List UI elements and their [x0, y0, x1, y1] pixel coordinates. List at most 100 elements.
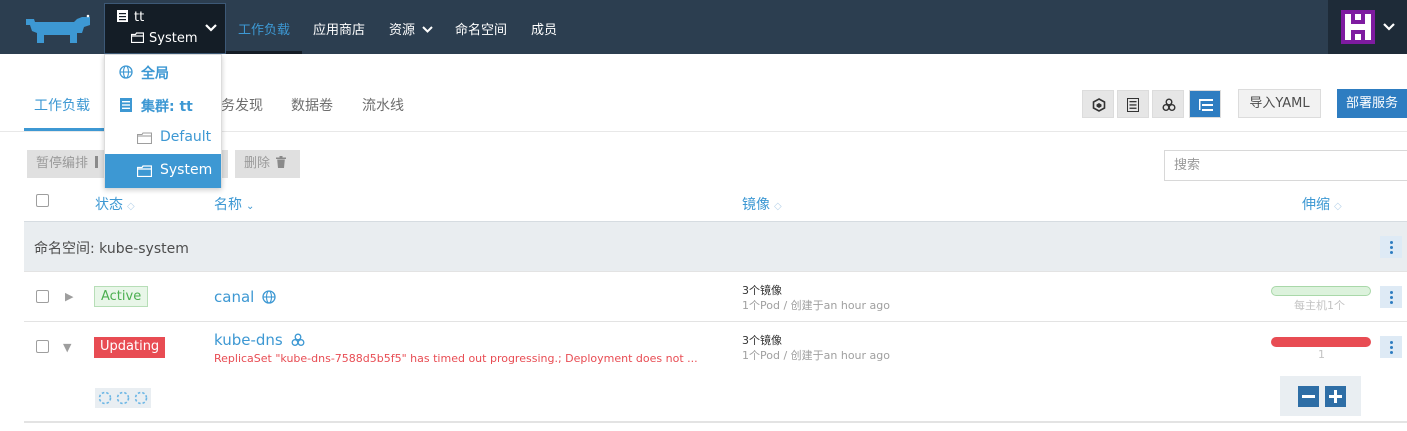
pod-info: 1个Pod / 创建于an hour ago — [742, 299, 891, 312]
column-scale[interactable]: 伸缩 ◇ — [1302, 194, 1342, 214]
row-checkbox[interactable] — [36, 340, 49, 353]
globe-icon — [119, 65, 133, 79]
error-message: ReplicaSet "kube-dns-7588d5b5f5" has tim… — [214, 352, 698, 365]
import-yaml-button[interactable]: 导入YAML — [1238, 89, 1321, 118]
tab-pipelines[interactable]: 流水线 — [362, 95, 404, 115]
scale-up-button[interactable] — [1325, 386, 1346, 407]
collapse-icon[interactable]: ▼ — [63, 341, 71, 354]
context-cluster: tt — [117, 10, 144, 25]
status-badge: Active — [94, 286, 149, 307]
view-group-button[interactable] — [1152, 90, 1184, 118]
pod-spinner-icon — [134, 391, 148, 405]
nav-namespaces[interactable]: 命名空间 — [455, 19, 507, 38]
avatar — [1341, 10, 1375, 44]
menu-item-global[interactable]: 全局 — [105, 55, 221, 88]
workload-name-label: kube-dns — [214, 331, 283, 349]
row-checkbox[interactable] — [36, 290, 49, 303]
context-cluster-name: tt — [134, 10, 145, 25]
row-divider — [24, 321, 1407, 322]
group-menu-button[interactable] — [1380, 236, 1402, 258]
column-image[interactable]: 镜像 ◇ — [742, 194, 782, 214]
minus-icon — [1302, 395, 1315, 398]
pod-spinner-icon — [116, 391, 130, 405]
column-scale-label: 伸缩 — [1302, 197, 1330, 213]
nav-members[interactable]: 成员 — [531, 19, 557, 38]
row-menu-button[interactable] — [1380, 336, 1402, 358]
column-image-label: 镜像 — [742, 197, 770, 213]
top-navbar: tt System 工作负载 应用商店 资源 命名空间 成员 — [0, 0, 1407, 54]
pod-spinner-icon — [98, 391, 112, 405]
scale-bar — [1271, 286, 1371, 296]
status-badge: Updating — [94, 337, 166, 358]
chevron-down-icon — [1383, 23, 1395, 31]
delete-label: 删除 — [244, 156, 271, 171]
menu-item-global-label: 全局 — [141, 66, 169, 82]
cluster-icon — [120, 98, 132, 112]
menu-item-system-label: System — [160, 162, 213, 178]
cluster-group-icon — [291, 333, 304, 346]
pause-orchestration-button[interactable]: 暂停编排 — [27, 150, 107, 178]
bulk-action-edge[interactable] — [222, 150, 228, 178]
tab-workloads[interactable]: 工作负载 — [34, 95, 90, 115]
select-all-checkbox[interactable] — [36, 194, 49, 207]
tree-list-icon — [1199, 99, 1213, 111]
sort-icon: ◇ — [774, 201, 782, 212]
trash-icon — [276, 156, 287, 168]
scale-label: 1 — [1318, 348, 1325, 361]
namespace-group-row: 命名空间: kube-system — [24, 221, 1407, 271]
nav-resources[interactable]: 资源 — [389, 19, 433, 38]
delete-button[interactable]: 删除 — [235, 150, 300, 178]
expand-icon[interactable]: ▶ — [65, 290, 73, 303]
workload-name-label: canal — [214, 288, 255, 306]
list-icon — [1127, 98, 1139, 112]
pause-icon — [95, 156, 99, 168]
sort-icon: ⌄ — [246, 201, 255, 212]
view-node-button[interactable] — [1082, 90, 1114, 118]
context-project: System — [130, 31, 197, 46]
search-input[interactable] — [1164, 150, 1407, 181]
scale-bar — [1271, 337, 1371, 347]
nav-resources-label: 资源 — [389, 23, 416, 38]
scale-label: 每主机1个 — [1294, 299, 1345, 312]
workload-name-link[interactable]: canal — [214, 288, 276, 306]
pause-label: 暂停编排 — [36, 156, 89, 171]
nav-workloads[interactable]: 工作负载 — [238, 19, 290, 38]
menu-item-default-label: Default — [160, 129, 212, 145]
view-tree-button[interactable] — [1189, 90, 1221, 118]
tab-service-discovery[interactable]: 务发现 — [221, 95, 263, 115]
column-state[interactable]: 状态 ◇ — [95, 194, 135, 214]
scale-down-button[interactable] — [1298, 386, 1319, 407]
column-state-label: 状态 — [95, 197, 123, 213]
chevron-down-icon — [205, 24, 217, 32]
menu-item-cluster-label: 集群: tt — [141, 99, 193, 115]
rancher-logo[interactable] — [22, 13, 92, 45]
context-switcher[interactable]: tt System — [104, 3, 226, 54]
menu-item-project-default[interactable]: Default — [105, 121, 221, 154]
tab-volumes[interactable]: 数据卷 — [291, 95, 333, 115]
globe-icon — [262, 290, 276, 304]
scale-controls — [1280, 376, 1361, 416]
view-list-button[interactable] — [1117, 90, 1149, 118]
menu-item-project-system[interactable]: System — [105, 154, 221, 188]
pod-status-indicators — [95, 388, 151, 408]
sort-icon: ◇ — [127, 201, 135, 212]
nav-active-underline — [226, 51, 302, 54]
user-menu[interactable] — [1328, 0, 1407, 54]
column-name-label: 名称 — [214, 197, 242, 213]
table-bottom-border — [24, 421, 1407, 423]
menu-item-cluster[interactable]: 集群: tt — [105, 88, 221, 121]
image-count: 3个镜像 — [742, 284, 782, 297]
folder-icon — [137, 132, 152, 144]
row-menu-button[interactable] — [1380, 286, 1402, 308]
folder-icon — [130, 32, 145, 44]
sort-icon: ◇ — [1334, 201, 1342, 212]
deploy-button[interactable]: 部署服务 — [1337, 89, 1407, 118]
nav-app-store[interactable]: 应用商店 — [313, 19, 365, 38]
cluster-group-icon — [1162, 98, 1176, 111]
context-dropdown-menu: 全局 集群: tt Default System — [104, 54, 222, 188]
column-name[interactable]: 名称 ⌄ — [214, 194, 254, 214]
row-divider — [24, 271, 1407, 272]
cube-icon — [1092, 98, 1106, 112]
namespace-group-label: 命名空间: kube-system — [34, 241, 189, 257]
workload-name-link[interactable]: kube-dns — [214, 331, 305, 349]
